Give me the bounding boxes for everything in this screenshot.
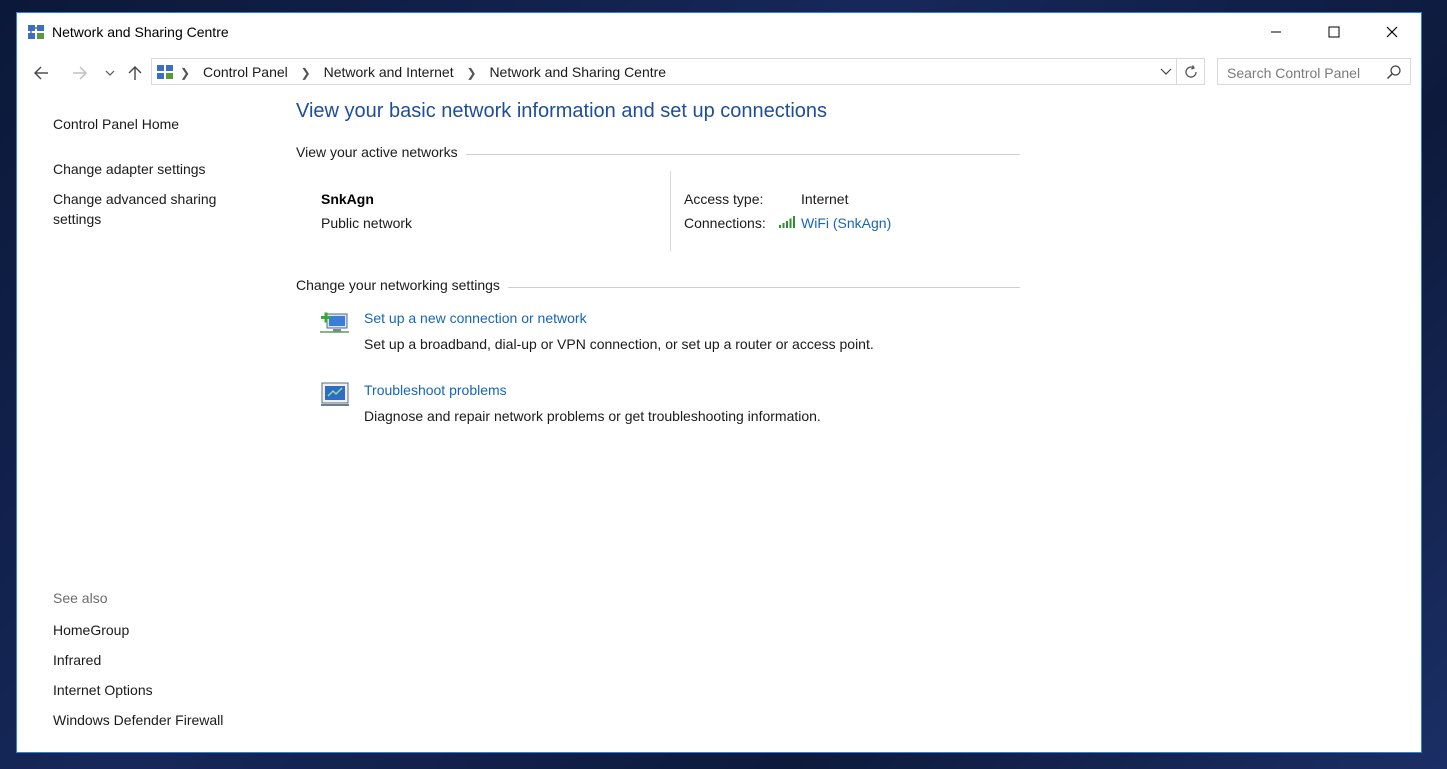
minimize-button[interactable]	[1247, 13, 1305, 51]
search-icon	[1386, 65, 1401, 80]
see-also-heading: See also	[53, 590, 108, 606]
access-type-value: Internet	[801, 191, 849, 207]
internet-options-link[interactable]: Internet Options	[53, 680, 153, 700]
breadcrumb-network-and-internet[interactable]: Network and Internet	[324, 64, 454, 80]
change-advanced-sharing-link[interactable]: Change advanced sharing settings	[53, 189, 253, 229]
title-bar[interactable]: Network and Sharing Centre	[17, 13, 1421, 51]
troubleshoot-problems-link[interactable]: Troubleshoot problems	[364, 382, 507, 398]
control-panel-icon	[157, 65, 173, 79]
close-icon	[1386, 26, 1398, 38]
troubleshoot-description: Diagnose and repair network problems or …	[364, 408, 821, 424]
close-button[interactable]	[1363, 13, 1421, 51]
breadcrumb-separator[interactable]: ❯	[466, 66, 476, 80]
access-type-label: Access type:	[684, 191, 764, 207]
infrared-link[interactable]: Infrared	[53, 650, 101, 670]
back-arrow-icon	[34, 66, 48, 80]
address-dropdown-button[interactable]	[1156, 59, 1176, 84]
wifi-connection-link[interactable]: WiFi (SnkAgn)	[801, 215, 891, 231]
up-arrow-icon	[128, 66, 142, 80]
control-panel-home-link[interactable]: Control Panel Home	[53, 114, 179, 134]
network-sharing-icon	[28, 25, 44, 39]
window-title: Network and Sharing Centre	[52, 24, 229, 40]
forward-button[interactable]	[66, 61, 94, 85]
up-button[interactable]	[121, 61, 149, 85]
chevron-down-icon	[1160, 68, 1172, 75]
back-button[interactable]	[27, 61, 55, 85]
network-sharing-window: Network and Sharing Centre ❯ Control Pan…	[16, 12, 1422, 753]
wifi-signal-icon	[779, 216, 795, 228]
homegroup-link[interactable]: HomeGroup	[53, 620, 129, 640]
troubleshoot-icon	[321, 382, 349, 406]
breadcrumb: ❯ Control Panel ❯ Network and Internet ❯…	[180, 64, 666, 80]
page-title: View your basic network information and …	[296, 100, 828, 122]
setup-connection-link[interactable]: Set up a new connection or network	[364, 310, 587, 326]
breadcrumb-separator[interactable]: ❯	[180, 66, 190, 80]
minimize-icon	[1271, 31, 1281, 33]
search-placeholder: Search Control Panel	[1227, 65, 1361, 81]
setup-connection-description: Set up a broadband, dial-up or VPN conne…	[364, 336, 874, 352]
new-connection-icon	[320, 312, 349, 333]
address-bar[interactable]: ❯ Control Panel ❯ Network and Internet ❯…	[151, 58, 1205, 85]
maximize-icon	[1328, 26, 1340, 38]
network-type-link[interactable]: Public network	[321, 215, 412, 231]
refresh-button[interactable]	[1176, 59, 1204, 84]
network-divider	[670, 171, 671, 251]
breadcrumb-network-sharing-centre[interactable]: Network and Sharing Centre	[489, 64, 666, 80]
windows-defender-firewall-link[interactable]: Windows Defender Firewall	[53, 710, 223, 730]
network-name: SnkAgn	[321, 191, 374, 207]
networking-settings-heading: Change your networking settings	[296, 277, 508, 293]
chevron-down-icon	[105, 70, 115, 76]
refresh-icon	[1184, 64, 1197, 78]
breadcrumb-separator[interactable]: ❯	[301, 66, 311, 80]
active-networks-heading: View your active networks	[296, 144, 466, 160]
forward-arrow-icon	[73, 66, 87, 80]
recent-locations-button[interactable]	[96, 61, 124, 85]
search-input[interactable]: Search Control Panel	[1217, 58, 1411, 85]
maximize-button[interactable]	[1305, 13, 1363, 51]
breadcrumb-control-panel[interactable]: Control Panel	[203, 64, 288, 80]
connections-label: Connections:	[684, 215, 766, 231]
change-adapter-settings-link[interactable]: Change adapter settings	[53, 159, 206, 179]
